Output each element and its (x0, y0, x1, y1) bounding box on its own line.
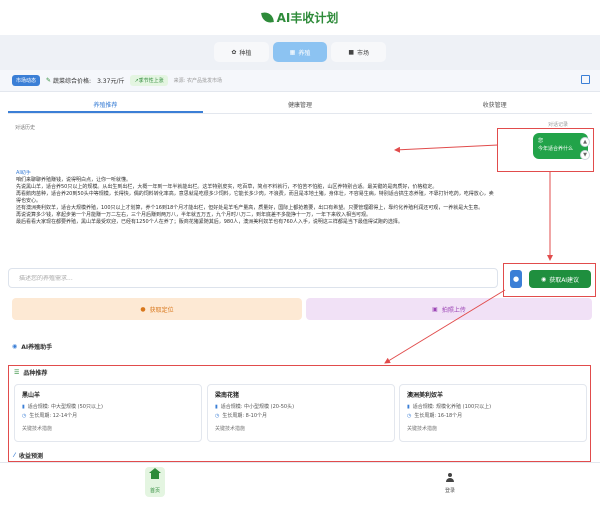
history-label: 对话历史 (15, 125, 36, 131)
arrow-bubble-to-chat (394, 144, 499, 153)
subtab-health[interactable]: 健康管理 (203, 100, 398, 113)
photo-upload-button[interactable]: ▣ 拍照上传 (306, 298, 592, 320)
category-tabs: ✿ 种植 ▦ 养殖 ■ 市场 (214, 42, 387, 62)
variety-name: 澳洲美利奴羊 (407, 392, 444, 399)
variety-card[interactable]: 澳洲美利奴羊 ▮ 适合规模: 规模化养殖 (100只以上) ◷ 生长周期: 16-1… (399, 384, 587, 442)
request-input[interactable] (19, 274, 487, 282)
chevron-up-icon[interactable]: ▲ (580, 137, 590, 147)
variety-cycle: ◷ 生长周期: 16-18个月 (407, 412, 463, 420)
variety-tech: 关键技术措施 (215, 426, 246, 432)
variety-scale: ▮ 适合规模: 中小型规模 (20-50头) (215, 403, 295, 411)
clock-icon: ◷ (407, 412, 412, 419)
price-value: 3.37元/斤 (97, 78, 125, 85)
brand: AI丰收计划 (260, 9, 339, 26)
message-line: 还有澳洲奥利奴羊，适合大规模养殖，100只以上才划算，养个16到18个月才能出栏… (16, 205, 484, 211)
assistant-title: ◉ AI养殖助手 (12, 343, 53, 351)
camera-icon: ▣ (432, 305, 438, 313)
nav-home-label: 首页 (149, 488, 160, 494)
variety-card[interactable]: 梁南花猪 ▮ 适合规模: 中小型规模 (20-50头) ◷ 生长周期: 8-10个月… (207, 384, 395, 442)
message-line: 先说黑山羊，适合养50只以上的规模。从出生到出栏，大概一年到一年半就能出栏。这羊… (16, 184, 438, 190)
variety-tech: 关键技术措施 (22, 426, 53, 432)
variety-tech: 关键技术措施 (407, 426, 438, 432)
barn-icon: ▦ (289, 48, 296, 56)
tab-breeding[interactable]: ▦ 养殖 (272, 42, 328, 62)
tab-planting[interactable]: ✿ 种植 (214, 42, 269, 62)
scale-icon: ▮ (407, 403, 410, 410)
variety-name: 梁南花猪 (215, 392, 240, 399)
app-title: AI丰收计划 (276, 11, 339, 25)
message-line: 最后看看大家现在都要养殖，黑山羊最受欢迎，已经有1250个人在养了；贩商花猪紧随… (16, 219, 403, 225)
assistant-label: AI助手 (16, 170, 31, 176)
variety-name: 黑山羊 (22, 392, 41, 399)
scale-icon: ▮ (215, 403, 218, 410)
shop-icon: ■ (348, 48, 354, 56)
variety-cycle: ◷ 生长周期: 8-10个月 (215, 412, 267, 420)
variety-card[interactable]: 黑山羊 ▮ 适合规模: 中大型规模 (50只以上) ◷ 生长周期: 12-14个月 … (14, 384, 202, 442)
chevron-down-icon[interactable]: ▼ (580, 150, 590, 160)
price-bar: 市场动态 ✎ 蔬菜综合价格: 3.37元/斤 ↗季节性上涨 来源: 农产品批发市… (0, 70, 600, 92)
sub-tabs: 养殖推荐 健康管理 收获管理 (8, 100, 592, 114)
sprout-icon: ✿ (231, 48, 237, 56)
ai-advice-button[interactable]: ◉ 获取AI建议 (529, 270, 591, 288)
list-icon: ☰ (14, 369, 20, 376)
nav-login-label[interactable]: 登录 (440, 487, 460, 494)
bubble-text: 今年适合养什么 (538, 146, 574, 152)
external-link-icon[interactable] (581, 75, 590, 84)
microphone-icon: ● (512, 275, 520, 283)
variety-title: ☰ 品种推荐 (14, 369, 48, 377)
trend-badge: ↗季节性上涨 (130, 75, 168, 86)
variety-scale: ▮ 适合规模: 中大型规模 (50只以上) (22, 403, 103, 411)
location-pin-icon: ● (140, 305, 146, 313)
price-source: 来源: 农产品批发市场 (173, 78, 222, 84)
variety-scale: ▮ 适合规模: 规模化养殖 (100只以上) (407, 403, 492, 411)
pencil-icon: ✎ (46, 77, 52, 84)
message-line: 咱们来聊聊养殖赚钱，说得明白点，让你一听就懂。 (16, 177, 132, 183)
bottom-nav (0, 462, 600, 505)
home-icon (149, 468, 161, 481)
chart-line-icon: ⁄ (14, 452, 16, 459)
leaf-icon (260, 11, 274, 24)
clock-icon: ◷ (215, 412, 220, 419)
profit-title: ⁄ 收益预测 (14, 452, 44, 460)
subtab-harvest[interactable]: 收获管理 (397, 100, 592, 113)
clock-icon: ◷ (22, 412, 27, 419)
app-header: AI丰收计划 (0, 0, 600, 35)
message-line: 再看鹅肉苗种，适合养20到50头中等规模，长得快，偶的饲料转化率高，意思就是吃很… (16, 191, 494, 204)
scale-icon: ▮ (22, 403, 25, 410)
microphone-button[interactable]: ● (510, 270, 522, 288)
robot-icon: ◉ (540, 275, 547, 283)
user-icon[interactable] (445, 473, 455, 483)
input-container (8, 268, 498, 288)
get-location-button[interactable]: ● 获取定位 (12, 298, 302, 320)
tab-market[interactable]: ■ 市场 (331, 42, 387, 62)
price-label: ✎ 蔬菜综合价格: (46, 77, 92, 85)
market-badge: 市场动态 (12, 75, 41, 86)
assistant-message: AI助手 咱们来聊聊养殖赚钱，说得明白点，让你一听就懂。 先说黑山羊，适合养50… (16, 170, 496, 260)
record-label: 对话记录 (548, 122, 569, 128)
message-line: 再说说算多少钱，拿起步第一个月能赚一万二左右，三个月后赚到两万八，半年就五万五，… (16, 212, 372, 218)
variety-cycle: ◷ 生长周期: 12-14个月 (22, 412, 78, 420)
subtab-recommend[interactable]: 养殖推荐 (8, 100, 203, 113)
bubble-sender: 您 (538, 138, 544, 144)
robot-icon: ◉ (12, 343, 18, 350)
